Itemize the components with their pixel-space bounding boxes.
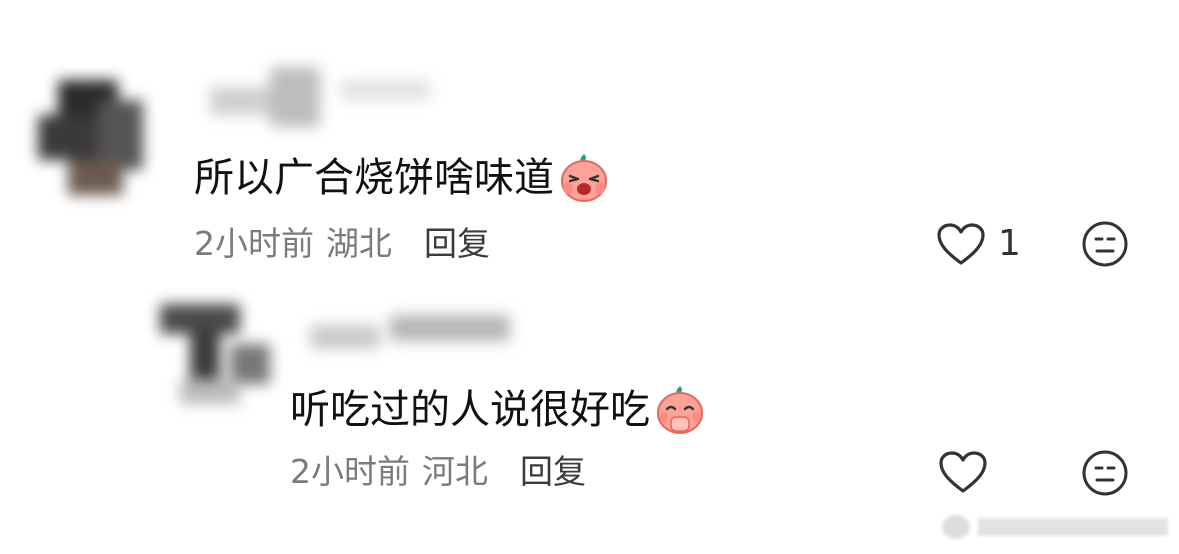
like-button[interactable]: 1 xyxy=(936,222,1021,266)
watermark xyxy=(940,510,1175,544)
shocked-peach-emoji xyxy=(561,154,607,202)
comment-location: 湖北 xyxy=(326,224,392,263)
avatar[interactable] xyxy=(150,284,290,414)
neutral-face-icon xyxy=(1082,450,1128,496)
username-blurred[interactable] xyxy=(200,62,440,142)
reply-button[interactable]: 回复 xyxy=(424,227,490,260)
neutral-face-icon xyxy=(1082,221,1128,267)
heart-outline-icon xyxy=(939,451,987,493)
dislike-button[interactable] xyxy=(1081,449,1129,501)
dislike-button[interactable] xyxy=(1081,220,1129,272)
comment-content: 听吃过的人说很好吃 xyxy=(290,387,650,433)
praying-peach-emoji xyxy=(657,386,703,434)
heart-outline-icon xyxy=(937,223,985,265)
avatar[interactable] xyxy=(28,60,178,210)
comment-text: 听吃过的人说很好吃 xyxy=(290,384,706,436)
comment-content: 所以广合烧饼啥味道 xyxy=(194,155,554,201)
comment-meta: 2小时前 湖北 回复 xyxy=(194,227,490,260)
reply-button[interactable]: 回复 xyxy=(520,455,586,488)
comment-location: 河北 xyxy=(422,452,488,491)
comment-time: 2小时前 xyxy=(194,224,314,263)
comment-meta: 2小时前 河北 回复 xyxy=(290,455,586,488)
username-blurred[interactable] xyxy=(300,300,520,370)
comment-text: 所以广合烧饼啥味道 xyxy=(194,152,610,204)
like-count: 1 xyxy=(998,223,1021,264)
comment-time: 2小时前 xyxy=(290,452,410,491)
comment-thread: 所以广合烧饼啥味道 2小时前 湖北 回复 1 听吃过的人说很好吃 2小时前 河北… xyxy=(0,0,1179,554)
like-button[interactable] xyxy=(938,450,1000,494)
